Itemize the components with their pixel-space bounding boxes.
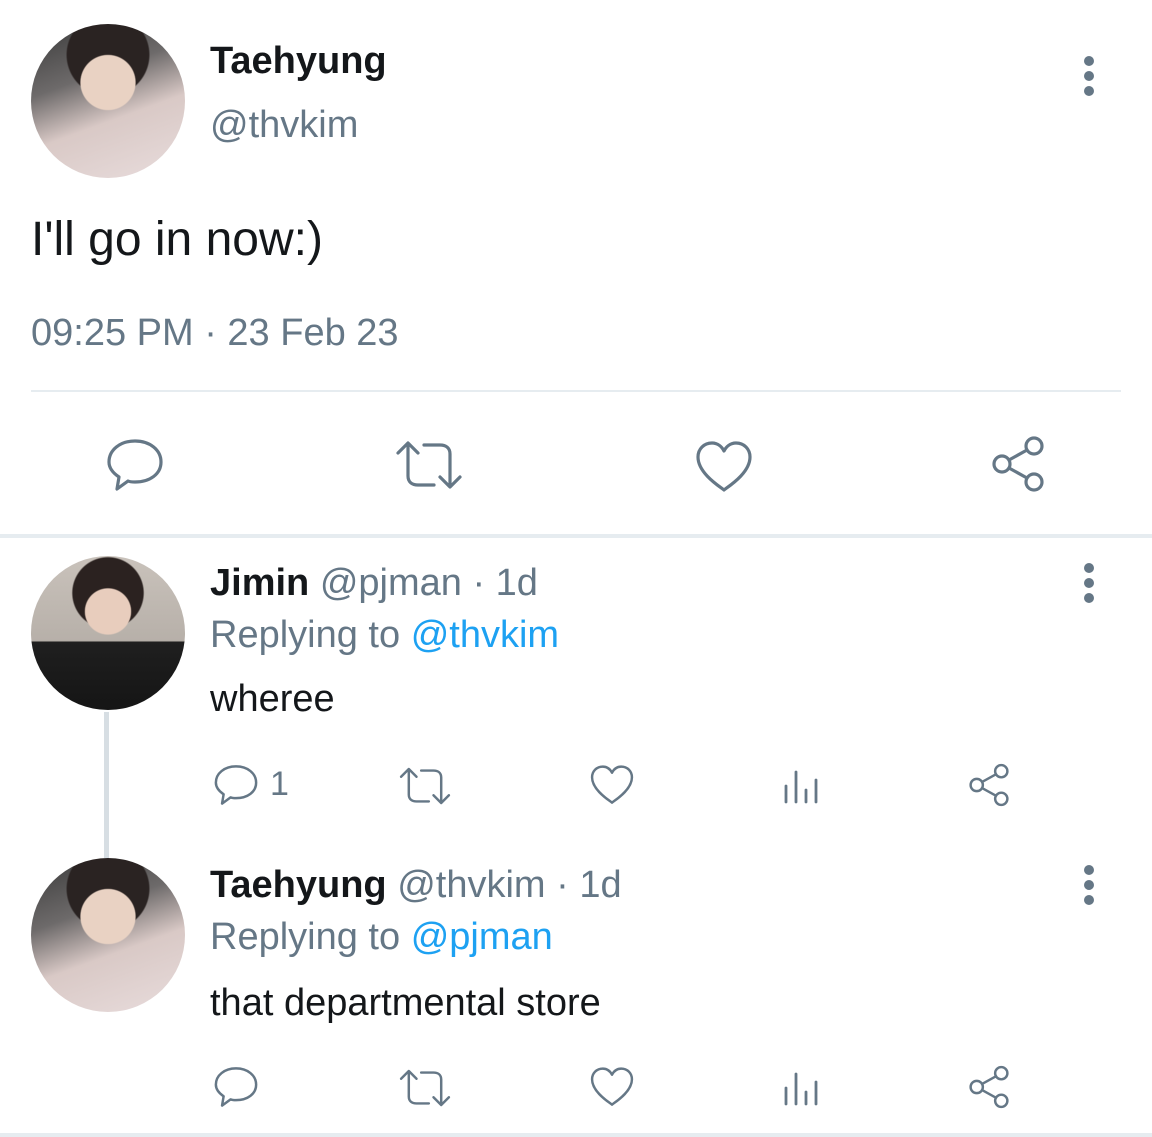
reply-text: wheree	[210, 678, 335, 720]
tweet-text: I'll go in now:)	[31, 213, 323, 266]
replying-to-line: Replying to @thvkim	[210, 614, 559, 657]
more-options-icon[interactable]	[1076, 54, 1102, 98]
share-icon[interactable]	[988, 434, 1048, 494]
analytics-icon[interactable]	[782, 768, 822, 804]
bottom-divider	[0, 1133, 1152, 1137]
retweet-icon[interactable]	[398, 766, 452, 806]
display-name[interactable]: Jimin	[210, 562, 309, 604]
reply-count: 1	[270, 765, 289, 803]
user-handle[interactable]: @thvkim	[210, 104, 358, 147]
reply-header: Jimin @pjman · 1d	[210, 562, 538, 605]
avatar[interactable]	[31, 24, 185, 178]
replying-to-label: Replying to	[210, 916, 401, 958]
reply-icon[interactable]	[212, 762, 260, 808]
display-name[interactable]: Taehyung	[210, 40, 387, 83]
reply-text: that departmental store	[210, 982, 601, 1024]
tweet-timestamp: 09:25 PM · 23 Feb 23	[31, 312, 399, 354]
like-icon[interactable]	[589, 1066, 635, 1108]
more-options-icon[interactable]	[1076, 863, 1102, 907]
share-icon[interactable]	[966, 762, 1012, 808]
thread-line	[104, 712, 109, 858]
replying-to-line: Replying to @pjman	[210, 916, 553, 959]
section-divider	[0, 534, 1152, 538]
reply-time: · 1d	[472, 562, 538, 604]
display-name[interactable]: Taehyung	[210, 864, 387, 906]
retweet-icon[interactable]	[394, 440, 464, 490]
user-handle[interactable]: @pjman	[320, 562, 462, 604]
like-icon[interactable]	[694, 440, 754, 494]
avatar[interactable]	[31, 556, 185, 710]
reply-header: Taehyung @thvkim · 1d	[210, 864, 622, 907]
like-icon[interactable]	[589, 764, 635, 806]
reply-icon[interactable]	[212, 1064, 260, 1110]
reply-time: · 1d	[556, 864, 622, 906]
divider	[31, 390, 1121, 392]
reply-icon[interactable]	[104, 436, 166, 494]
replying-to-label: Replying to	[210, 614, 401, 656]
more-options-icon[interactable]	[1076, 561, 1102, 605]
analytics-icon[interactable]	[782, 1070, 822, 1106]
user-handle[interactable]: @thvkim	[397, 864, 545, 906]
share-icon[interactable]	[966, 1064, 1012, 1110]
replying-to-handle[interactable]: @thvkim	[411, 614, 559, 656]
retweet-icon[interactable]	[398, 1068, 452, 1108]
replying-to-handle[interactable]: @pjman	[411, 916, 553, 958]
avatar[interactable]	[31, 858, 185, 1012]
